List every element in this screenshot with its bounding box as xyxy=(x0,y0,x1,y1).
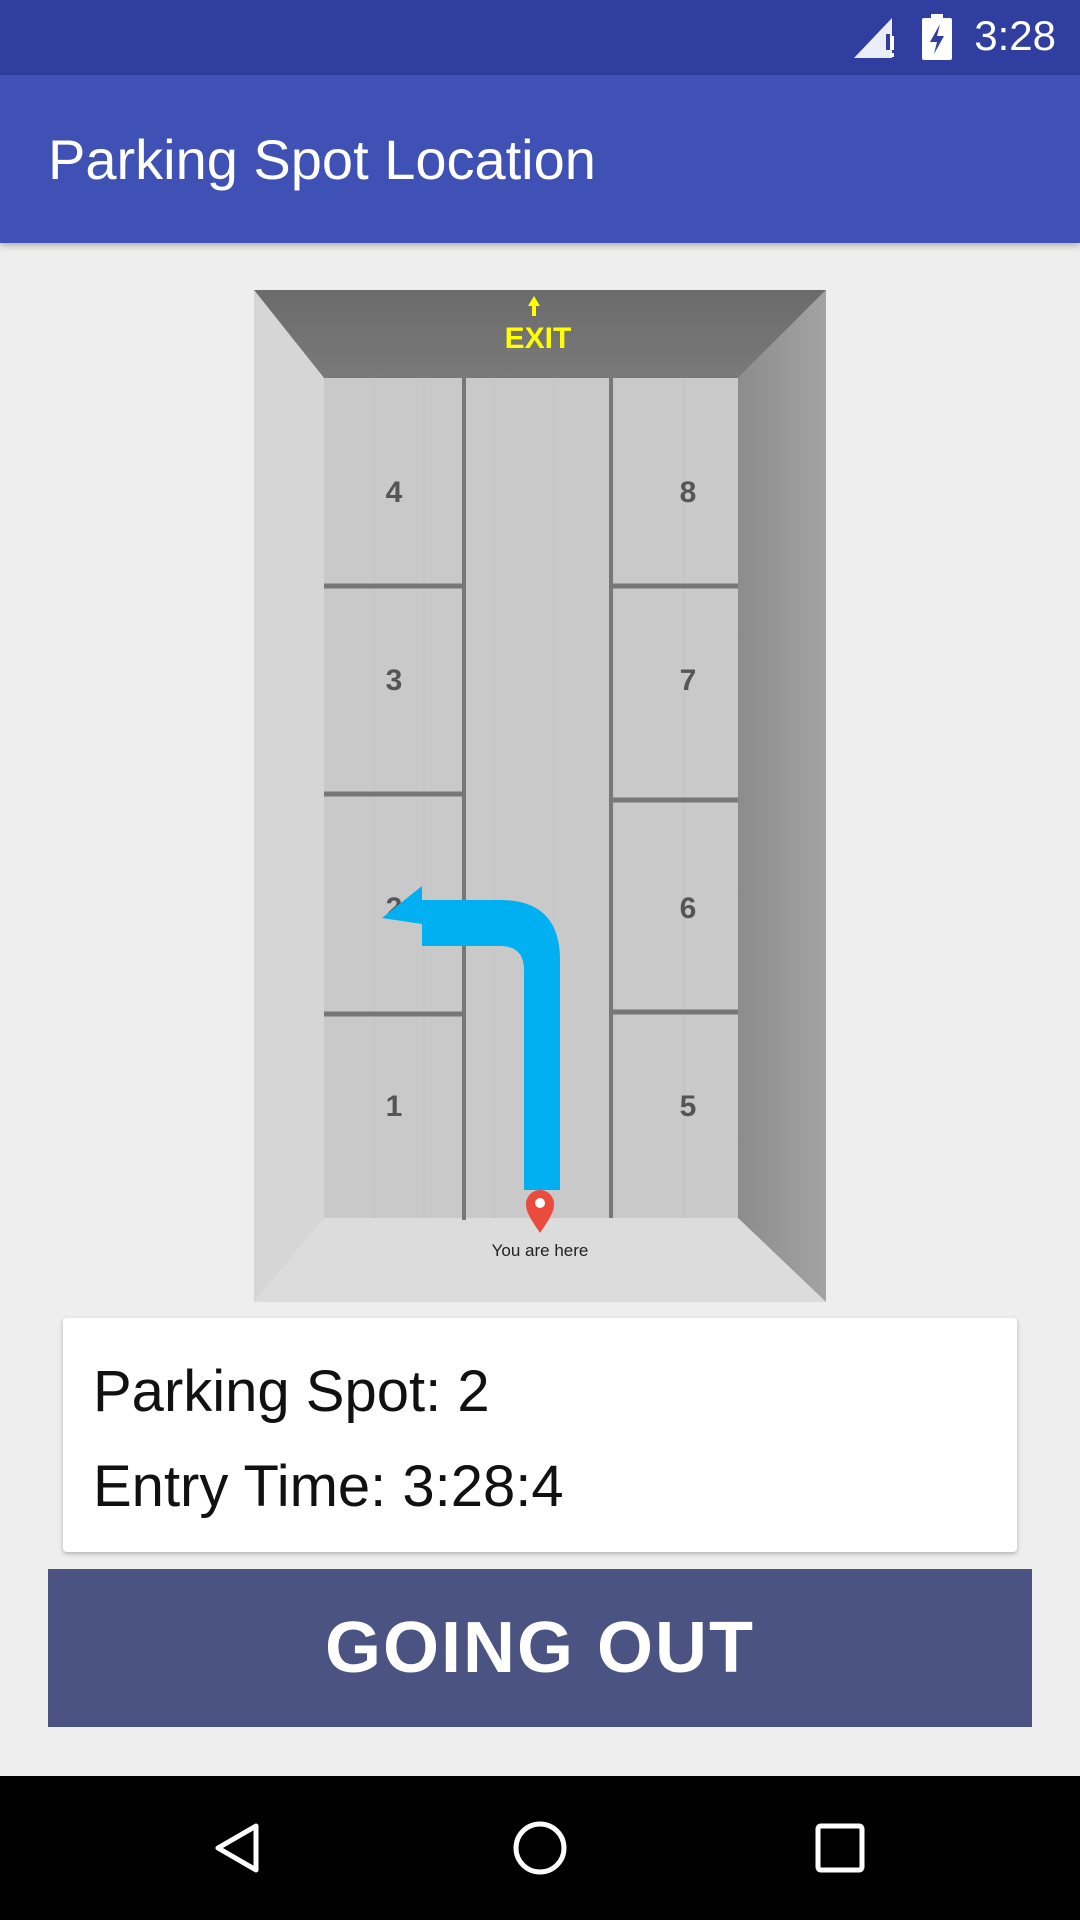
spot-label: 5 xyxy=(680,1090,697,1123)
spot-label: 1 xyxy=(386,1090,403,1123)
entry-time-text: Entry Time: 3:28:4 xyxy=(93,1454,564,1519)
status-bar: 3:28 xyxy=(0,0,1080,75)
status-time: 3:28 xyxy=(974,12,1056,59)
you-are-here-label: You are here xyxy=(492,1241,589,1260)
battery-icon xyxy=(922,14,952,60)
exit-label: EXIT xyxy=(505,322,572,355)
spot-label: 3 xyxy=(386,664,403,697)
app-bar: Parking Spot Location xyxy=(0,75,1080,243)
parking-spot-text: Parking Spot: 2 xyxy=(93,1359,490,1424)
left-wall xyxy=(254,290,324,1302)
recents-icon[interactable] xyxy=(804,1812,876,1884)
going-out-button[interactable]: GOING OUT xyxy=(48,1569,1032,1727)
signal-icon xyxy=(854,18,894,58)
parking-info-card: Parking Spot: 2 Entry Time: 3:28:4 xyxy=(63,1318,1017,1552)
parking-map: EXIT 4 3 2 1 8 7 6 5 You are here xyxy=(254,290,826,1302)
right-wall xyxy=(738,290,826,1302)
navigation-bar xyxy=(0,1776,1080,1920)
spot-label: 8 xyxy=(680,476,697,509)
spot-label: 7 xyxy=(680,664,697,697)
page-title: Parking Spot Location xyxy=(48,128,596,191)
spot-label: 4 xyxy=(386,476,403,509)
spot-label: 6 xyxy=(680,892,697,925)
back-icon[interactable] xyxy=(204,1812,276,1884)
home-icon[interactable] xyxy=(504,1812,576,1884)
